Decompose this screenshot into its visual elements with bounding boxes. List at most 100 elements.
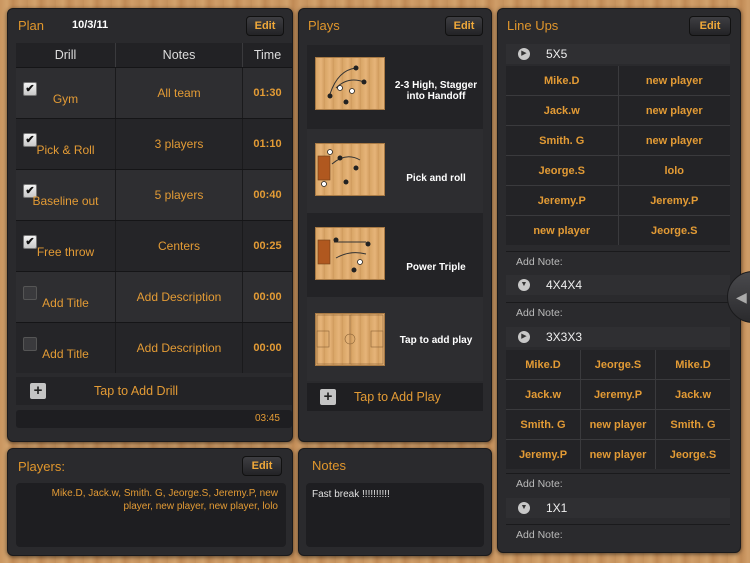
drill-row[interactable]: Add Title Add Description 00:00	[16, 271, 292, 322]
add-note-5x5[interactable]: Add Note:	[506, 251, 730, 272]
column-header-time: Time	[253, 48, 282, 62]
plays-title: Plays	[308, 18, 340, 33]
lineup-section-5x5[interactable]: ▶ 5X5	[506, 44, 730, 64]
arrow-left-icon: ◀	[736, 288, 747, 305]
lineup-section-1x1[interactable]: ▼ 1X1	[506, 498, 730, 518]
lineup-player-cell[interactable]: Jeremy.P	[618, 186, 730, 215]
expanded-arrow-icon: ▶	[518, 331, 530, 343]
drill-cell: ✔ Baseline out	[16, 170, 116, 220]
drill-title: Pick & Roll	[36, 143, 95, 157]
lineup-grid-3x3x3: Mike.D Jeorge.S Mike.D Jack.w Jeremy.P Jack.w…	[506, 350, 730, 469]
lineup-player-cell[interactable]: Smith. G	[506, 410, 580, 439]
lineup-section-4x4x4[interactable]: ▼ 4X4X4	[506, 275, 730, 295]
add-play-button[interactable]: + Tap to Add Play	[307, 383, 483, 411]
drill-row[interactable]: Add Title Add Description 00:00	[16, 322, 292, 373]
lineup-player-cell[interactable]: new player	[618, 66, 730, 95]
lineup-player-cell[interactable]: Jeremy.P	[581, 380, 655, 409]
drill-row[interactable]: ✔ Baseline out 5 players 00:40	[16, 169, 292, 220]
drill-row[interactable]: ✔ Free throw Centers 00:25	[16, 220, 292, 271]
drill-title: Gym	[52, 92, 79, 106]
lineup-player-cell[interactable]: Smith. G	[506, 126, 618, 155]
plan-edit-button[interactable]: Edit	[246, 16, 284, 36]
lineup-player-cell[interactable]: Jeorge.S	[618, 216, 730, 245]
lineup-player-cell[interactable]: Jack.w	[506, 96, 618, 125]
column-header-notes: Notes	[116, 43, 243, 67]
players-edit-button[interactable]: Edit	[242, 456, 282, 476]
lineup-player-cell[interactable]: new player	[581, 410, 655, 439]
drill-row[interactable]: ✔ Pick & Roll 3 players 01:10	[16, 118, 292, 169]
section-name: 3X3X3	[546, 330, 583, 344]
add-play-label: Tap to Add Play	[354, 390, 441, 404]
lineup-player-cell[interactable]: new player	[581, 440, 655, 469]
play-name: 2-3 High, Stagger into Handoff	[394, 80, 478, 102]
play-item[interactable]: Power Triple	[307, 213, 483, 297]
play-diagram-thumbnail	[315, 227, 385, 280]
players-list[interactable]: Mike.D, Jack.w, Smith. G, Jeorge.S, Jere…	[16, 483, 286, 547]
drill-time: 00:40	[253, 189, 282, 201]
drill-cell: ✔ Gym	[16, 68, 116, 118]
add-drill-label: Tap to Add Drill	[94, 384, 179, 398]
play-diagram-thumbnail	[315, 143, 385, 196]
collapsed-arrow-icon: ▼	[518, 502, 530, 514]
add-note-3x3x3[interactable]: Add Note:	[506, 473, 730, 494]
drill-notes: Centers	[116, 221, 243, 271]
play-name: Tap to add play	[399, 335, 473, 346]
drill-time: 00:25	[253, 240, 282, 252]
drill-notes: All team	[116, 68, 243, 118]
drill-time: 00:00	[253, 342, 282, 354]
lineups-edit-button[interactable]: Edit	[689, 16, 731, 36]
plan-panel: Plan 10/3/11 Edit Drill Notes Time ✔ Gym A…	[7, 8, 293, 442]
drill-notes: Add Description	[116, 323, 243, 373]
lineup-player-cell[interactable]: new player	[618, 96, 730, 125]
lineup-player-cell[interactable]: Jack.w	[506, 380, 580, 409]
lineup-grid-5x5: Mike.D new player Jack.w new player Smith. G…	[506, 66, 730, 245]
notes-text[interactable]: Fast break !!!!!!!!!!	[306, 483, 484, 547]
collapsed-arrow-icon: ▼	[518, 279, 530, 291]
add-note-1x1[interactable]: Add Note:	[506, 524, 730, 545]
lineups-panel: Line Ups Edit ▶ 5X5 Mike.D new player Jack…	[497, 8, 741, 553]
lineup-player-cell[interactable]: Jeremy.P	[506, 440, 580, 469]
drill-rows: ✔ Gym All team 01:30 ✔ Pick & Roll 3 players 01…	[16, 67, 292, 373]
add-drill-button[interactable]: + Tap to Add Drill	[16, 377, 292, 405]
plays-panel: Plays Edit 2-3 High, Stagger into Handof…	[298, 8, 492, 442]
lineup-player-cell[interactable]: Jeorge.S	[581, 350, 655, 379]
drill-title: Baseline out	[32, 194, 99, 208]
lineup-player-cell[interactable]: Mike.D	[506, 66, 618, 95]
plays-edit-button[interactable]: Edit	[445, 16, 483, 36]
total-time-bar: 03:45	[16, 410, 292, 428]
add-play-item[interactable]: Tap to add play	[307, 297, 483, 381]
lineup-player-cell[interactable]: new player	[506, 216, 618, 245]
plus-icon: +	[320, 389, 336, 405]
lineup-player-cell[interactable]: Jack.w	[656, 380, 730, 409]
expanded-arrow-icon: ▶	[518, 48, 530, 60]
lineup-player-cell[interactable]: lolo	[618, 156, 730, 185]
play-name: Pick and roll	[406, 173, 466, 184]
add-note-4x4x4[interactable]: Add Note:	[506, 302, 730, 323]
section-name: 5X5	[546, 47, 568, 61]
lineups-title: Line Ups	[507, 18, 559, 33]
drill-title: Add Title	[42, 296, 89, 310]
notes-panel: Notes Fast break !!!!!!!!!!	[298, 448, 492, 556]
lineup-player-cell[interactable]: Jeorge.S	[506, 156, 618, 185]
play-name: Power Triple	[406, 262, 466, 273]
drill-table: Drill Notes Time ✔ Gym All team 01:30 ✔ Pick …	[16, 43, 292, 373]
plan-date: 10/3/11	[72, 19, 109, 31]
play-item[interactable]: 2-3 High, Stagger into Handoff	[307, 45, 483, 129]
column-header-drill: Drill	[16, 43, 116, 67]
notes-title: Notes	[312, 458, 346, 473]
lineup-player-cell[interactable]: Mike.D	[506, 350, 580, 379]
play-item[interactable]: Pick and roll	[307, 129, 483, 213]
players-title: Players:	[18, 459, 65, 474]
drill-cell: Add Title	[16, 272, 116, 322]
drill-title: Add Title	[42, 347, 89, 361]
lineup-player-cell[interactable]: Mike.D	[656, 350, 730, 379]
drill-table-header: Drill Notes Time	[16, 43, 292, 67]
lineup-section-3x3x3[interactable]: ▶ 3X3X3	[506, 327, 730, 347]
drill-row[interactable]: ✔ Gym All team 01:30	[16, 67, 292, 118]
lineup-player-cell[interactable]: Smith. G	[656, 410, 730, 439]
lineup-player-cell[interactable]: Jeorge.S	[656, 440, 730, 469]
drill-time: 00:00	[253, 291, 282, 303]
lineup-player-cell[interactable]: new player	[618, 126, 730, 155]
total-time: 03:45	[254, 413, 280, 424]
lineup-player-cell[interactable]: Jeremy.P	[506, 186, 618, 215]
